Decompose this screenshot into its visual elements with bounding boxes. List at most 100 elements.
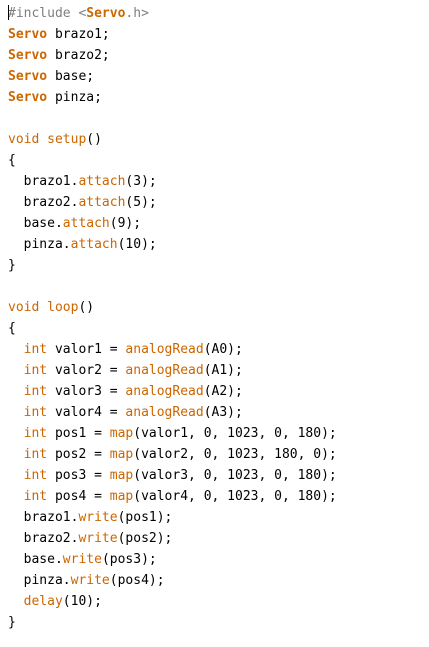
- code-token-plain: (A1);: [203, 363, 243, 378]
- code-token-type: Servo: [8, 48, 48, 63]
- code-token-func: analogRead: [125, 384, 204, 399]
- code-line[interactable]: base.attach(9);: [8, 213, 337, 234]
- code-token-plain: pos3 =: [47, 468, 110, 483]
- code-line[interactable]: Servo brazo2;: [8, 45, 337, 66]
- code-token-type: Servo: [8, 69, 48, 84]
- code-token-func: attach: [78, 195, 126, 210]
- code-token-keyword: int: [23, 426, 48, 441]
- code-token-plain: }: [8, 615, 16, 630]
- code-token-plain: pos1 =: [47, 426, 110, 441]
- code-token-plain: (A0);: [203, 342, 243, 357]
- code-line[interactable]: brazo1.write(pos1);: [8, 507, 337, 528]
- code-token-plain: pinza;: [47, 90, 102, 105]
- code-token-plain: (): [78, 300, 95, 315]
- code-token-plain: (3);: [125, 174, 157, 189]
- code-line[interactable]: #include <Servo.h>: [8, 3, 337, 24]
- code-token-keyword: int: [23, 384, 48, 399]
- code-token-func: analogRead: [125, 342, 204, 357]
- code-line[interactable]: pinza.write(pos4);: [8, 570, 337, 591]
- code-line[interactable]: pinza.attach(10);: [8, 234, 337, 255]
- code-token-plain: (A2);: [203, 384, 243, 399]
- code-token-plain: {: [8, 153, 16, 168]
- code-line[interactable]: void setup(): [8, 129, 337, 150]
- code-line[interactable]: int valor3 = analogRead(A2);: [8, 381, 337, 402]
- code-token-func: map: [109, 447, 134, 462]
- code-token-plain: pinza.: [8, 237, 71, 252]
- code-token-plain: brazo1.: [8, 174, 79, 189]
- code-line[interactable]: int valor2 = analogRead(A1);: [8, 360, 337, 381]
- text-cursor: [8, 5, 9, 20]
- code-line[interactable]: int pos1 = map(valor1, 0, 1023, 0, 180);: [8, 423, 337, 444]
- code-token-plain: brazo2.: [8, 195, 79, 210]
- code-token-func: map: [109, 489, 134, 504]
- code-line[interactable]: void loop(): [8, 297, 337, 318]
- code-token-keyword: int: [23, 489, 48, 504]
- code-token-plain: base.: [8, 216, 63, 231]
- code-text-area[interactable]: #include <Servo.h> Servo brazo1; Servo bra…: [8, 3, 337, 633]
- code-token-plain: (10);: [117, 237, 157, 252]
- code-line[interactable]: [8, 108, 337, 129]
- code-line[interactable]: brazo1.attach(3);: [8, 171, 337, 192]
- code-token-plain: brazo2.: [8, 531, 79, 546]
- code-line[interactable]: int pos2 = map(valor2, 0, 1023, 180, 0);: [8, 444, 337, 465]
- code-token-plain: brazo1.: [8, 510, 79, 525]
- code-line[interactable]: int valor4 = analogRead(A3);: [8, 402, 337, 423]
- code-token-func: map: [109, 468, 134, 483]
- code-token-plain: pinza.: [8, 573, 71, 588]
- code-token-keyword: int: [23, 468, 48, 483]
- code-token-func: analogRead: [125, 405, 204, 420]
- code-line[interactable]: }: [8, 255, 337, 276]
- code-line[interactable]: int pos4 = map(valor4, 0, 1023, 0, 180);: [8, 486, 337, 507]
- code-line[interactable]: {: [8, 318, 337, 339]
- code-token-directive: .h>: [125, 6, 149, 21]
- code-token-plain: valor4 =: [47, 405, 126, 420]
- code-token-plain: base.: [8, 552, 63, 567]
- code-line[interactable]: Servo base;: [8, 66, 337, 87]
- code-token-plain: (valor4, 0, 1023, 0, 180);: [133, 489, 337, 504]
- code-token-func: write: [78, 510, 118, 525]
- code-token-func: write: [70, 573, 110, 588]
- code-token-func: attach: [78, 174, 126, 189]
- code-token-plain: (valor3, 0, 1023, 0, 180);: [133, 468, 337, 483]
- code-line[interactable]: }: [8, 612, 337, 633]
- code-token-plain: brazo1;: [47, 27, 110, 42]
- code-token-func: attach: [70, 237, 118, 252]
- code-token-keyword: int: [23, 405, 48, 420]
- code-token-func: loop: [47, 300, 79, 315]
- code-token-plain: brazo2;: [47, 48, 110, 63]
- code-token-keyword: void: [8, 132, 40, 147]
- code-line[interactable]: int valor1 = analogRead(A0);: [8, 339, 337, 360]
- code-line[interactable]: Servo brazo1;: [8, 24, 337, 45]
- code-token-keyword: int: [23, 342, 48, 357]
- code-token-plain: valor2 =: [47, 363, 126, 378]
- code-token-func: delay: [23, 594, 63, 609]
- code-line[interactable]: brazo2.write(pos2);: [8, 528, 337, 549]
- code-token-keyword: int: [23, 363, 48, 378]
- code-token-plain: pos2 =: [47, 447, 110, 462]
- code-line[interactable]: brazo2.attach(5);: [8, 192, 337, 213]
- code-token-func: write: [78, 531, 118, 546]
- code-token-plain: (): [86, 132, 102, 147]
- code-token-plain: pos4 =: [47, 489, 110, 504]
- code-token-func: setup: [47, 132, 87, 147]
- code-line[interactable]: int pos3 = map(valor3, 0, 1023, 0, 180);: [8, 465, 337, 486]
- code-token-func: attach: [62, 216, 110, 231]
- code-editor[interactable]: #include <Servo.h> Servo brazo1; Servo bra…: [0, 0, 429, 647]
- code-line[interactable]: delay(10);: [8, 591, 337, 612]
- code-line[interactable]: {: [8, 150, 337, 171]
- code-line[interactable]: base.write(pos3);: [8, 549, 337, 570]
- code-token-plain: valor3 =: [47, 384, 126, 399]
- code-line[interactable]: [8, 276, 337, 297]
- code-token-keyword: void: [8, 300, 40, 315]
- code-token-plain: }: [8, 258, 16, 273]
- code-line[interactable]: Servo pinza;: [8, 87, 337, 108]
